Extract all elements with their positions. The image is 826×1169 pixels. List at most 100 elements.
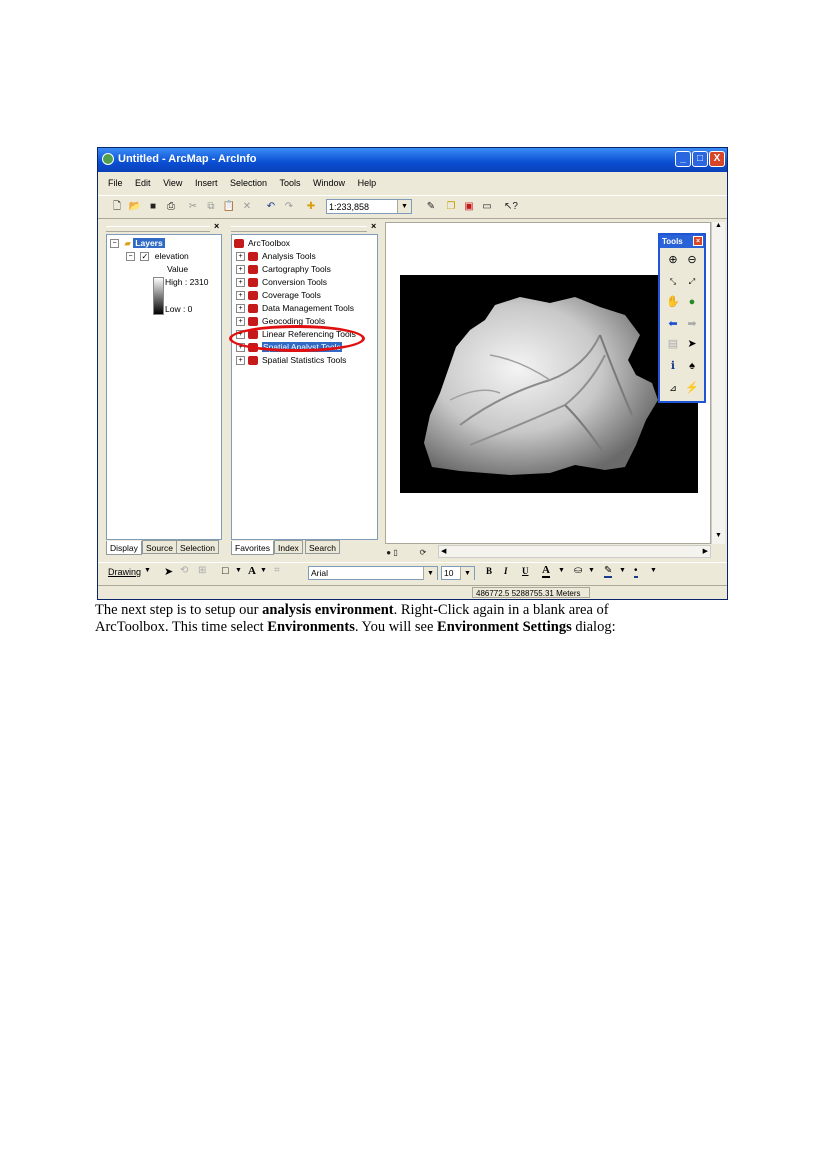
command-line-icon[interactable]: ▭ xyxy=(480,200,494,214)
menu-insert[interactable]: Insert xyxy=(195,178,218,188)
tab-search[interactable]: Search xyxy=(305,540,340,554)
fill-color-icon[interactable]: ⛀ xyxy=(574,565,582,576)
new-document-icon[interactable]: 🗋 xyxy=(110,200,124,214)
marker-color-dropdown-icon[interactable]: ▼ xyxy=(650,567,657,574)
expand-icon[interactable]: + xyxy=(236,356,245,366)
edit-vertices-icon[interactable]: ⌗ xyxy=(274,565,280,576)
arctoolbox-icon[interactable]: ▣ xyxy=(462,200,476,214)
menu-view[interactable]: View xyxy=(163,178,182,188)
tab-favorites[interactable]: Favorites xyxy=(231,541,274,555)
expand-icon[interactable]: + xyxy=(236,252,245,262)
title-bar[interactable]: Untitled - ArcMap - ArcInfo _ □ X xyxy=(98,148,727,172)
underline-button[interactable]: U xyxy=(522,566,529,576)
hyperlink-icon[interactable]: ⚡ xyxy=(685,381,699,395)
fill-color-dropdown-icon[interactable]: ▼ xyxy=(588,567,595,574)
arccatalog-icon[interactable]: ❐ xyxy=(444,200,458,214)
collapse-elevation-icon[interactable]: − xyxy=(126,252,135,262)
chevron-down-icon[interactable]: ▼ xyxy=(460,567,474,580)
fixed-zoom-in-icon[interactable]: ⤡ xyxy=(666,275,680,289)
toolbox-item[interactable]: + Conversion Tools xyxy=(236,276,327,288)
text-dropdown-icon[interactable]: ▼ xyxy=(260,567,267,574)
font-color-button[interactable]: A xyxy=(542,564,550,578)
tab-display[interactable]: Display xyxy=(106,541,142,555)
layer-visibility-checkbox[interactable]: ✓ xyxy=(140,252,150,262)
italic-button[interactable]: I xyxy=(504,566,508,576)
bold-button[interactable]: B xyxy=(486,566,492,576)
tools-window[interactable]: Tools × ⊕ ⊖ ⤡ ⤢ ✋ ● ⬅ ➡ ▤ ➤ ℹ ♠ ⊿ ⚡ xyxy=(658,233,706,403)
toolbox-item[interactable]: + Coverage Tools xyxy=(236,289,321,301)
expand-icon[interactable]: + xyxy=(236,265,245,275)
maximize-button[interactable]: □ xyxy=(692,151,708,167)
line-color-icon[interactable]: ✎ xyxy=(604,565,613,578)
save-icon[interactable]: ■ xyxy=(146,200,160,214)
font-size-box[interactable]: 10 ▼ xyxy=(441,566,475,580)
rectangle-icon[interactable]: □ xyxy=(222,565,229,577)
select-elements-icon[interactable]: ➤ xyxy=(685,337,699,351)
new-text-icon[interactable]: A xyxy=(248,565,256,577)
identify-icon[interactable]: ℹ xyxy=(666,359,680,373)
toolbox-item[interactable]: + Cartography Tools xyxy=(236,263,331,275)
scroll-left-icon[interactable]: ◀ xyxy=(441,547,446,555)
map-scale-box[interactable]: 1:233,858 ▼ xyxy=(326,199,412,214)
fixed-zoom-out-icon[interactable]: ⤢ xyxy=(685,275,699,289)
paste-icon[interactable]: 📋 xyxy=(222,200,236,214)
chevron-down-icon[interactable]: ▼ xyxy=(423,567,437,580)
refresh-icon[interactable]: ⟳ xyxy=(416,546,430,560)
tab-source[interactable]: Source xyxy=(142,540,177,554)
whats-this-icon[interactable]: ↖? xyxy=(504,200,518,214)
toolbox-grip[interactable] xyxy=(231,226,367,232)
rotate-icon[interactable]: ⟲ xyxy=(180,565,188,576)
delete-icon[interactable]: ✕ xyxy=(240,200,254,214)
data-view-icon[interactable]: ● ▯ xyxy=(385,546,399,560)
expand-icon[interactable]: + xyxy=(236,291,245,301)
tab-selection[interactable]: Selection xyxy=(176,540,219,554)
menu-help[interactable]: Help xyxy=(358,178,377,188)
minimize-button[interactable]: _ xyxy=(675,151,691,167)
open-folder-icon[interactable]: 📂 xyxy=(128,200,142,214)
select-elements-arrow-icon[interactable]: ➤ xyxy=(164,565,173,578)
layer-elevation[interactable]: elevation xyxy=(155,251,189,261)
menu-window[interactable]: Window xyxy=(313,178,345,188)
toc-grip[interactable] xyxy=(106,226,210,232)
toolbox-item[interactable]: + Data Management Tools xyxy=(236,302,354,314)
menu-edit[interactable]: Edit xyxy=(135,178,151,188)
undo-icon[interactable]: ↶ xyxy=(264,200,278,214)
layers-root[interactable]: Layers xyxy=(133,238,165,248)
forward-extent-icon[interactable]: ➡ xyxy=(685,317,699,331)
map-vertical-scrollbar[interactable]: ▲ ▼ xyxy=(711,222,725,544)
collapse-layers-icon[interactable]: − xyxy=(110,239,119,249)
font-color-dropdown-icon[interactable]: ▼ xyxy=(558,567,565,574)
full-extent-icon[interactable]: ● xyxy=(685,295,699,309)
zoom-in-icon[interactable]: ⊕ xyxy=(666,253,680,267)
menu-selection[interactable]: Selection xyxy=(230,178,267,188)
menu-file[interactable]: File xyxy=(108,178,123,188)
expand-icon[interactable]: + xyxy=(236,317,245,327)
toolbox-close-icon[interactable]: × xyxy=(371,221,376,231)
back-extent-icon[interactable]: ⬅ xyxy=(666,317,680,331)
toc-close-icon[interactable]: × xyxy=(214,221,219,231)
close-button[interactable]: X xyxy=(709,151,725,167)
drawing-dropdown-icon[interactable]: ▼ xyxy=(144,567,151,574)
rectangle-dropdown-icon[interactable]: ▼ xyxy=(235,567,242,574)
find-icon[interactable]: ♠ xyxy=(685,359,699,373)
arctoolbox-root[interactable]: ArcToolbox xyxy=(248,238,290,248)
toolbox-item[interactable]: + Analysis Tools xyxy=(236,250,316,262)
menu-tools[interactable]: Tools xyxy=(280,178,301,188)
chevron-down-icon[interactable]: ▼ xyxy=(397,200,411,213)
zoom-out-icon[interactable]: ⊖ xyxy=(685,253,699,267)
tools-close-icon[interactable]: × xyxy=(693,236,703,246)
tab-index[interactable]: Index xyxy=(274,540,303,554)
print-icon[interactable]: ⎙ xyxy=(164,200,178,214)
toolbox-item[interactable]: + Spatial Statistics Tools xyxy=(236,354,346,366)
line-color-dropdown-icon[interactable]: ▼ xyxy=(619,567,626,574)
tools-window-title-bar[interactable]: Tools × xyxy=(660,235,704,248)
expand-icon[interactable]: + xyxy=(236,278,245,288)
scroll-up-icon[interactable]: ▲ xyxy=(715,222,722,229)
pan-icon[interactable]: ✋ xyxy=(666,295,680,309)
copy-icon[interactable]: ⧉ xyxy=(204,200,218,214)
scroll-right-icon[interactable]: ▶ xyxy=(703,547,708,555)
redo-icon[interactable]: ↷ xyxy=(282,200,296,214)
marker-color-icon[interactable]: • xyxy=(634,565,638,578)
scroll-down-icon[interactable]: ▼ xyxy=(715,532,722,539)
cut-icon[interactable]: ✂ xyxy=(186,200,200,214)
